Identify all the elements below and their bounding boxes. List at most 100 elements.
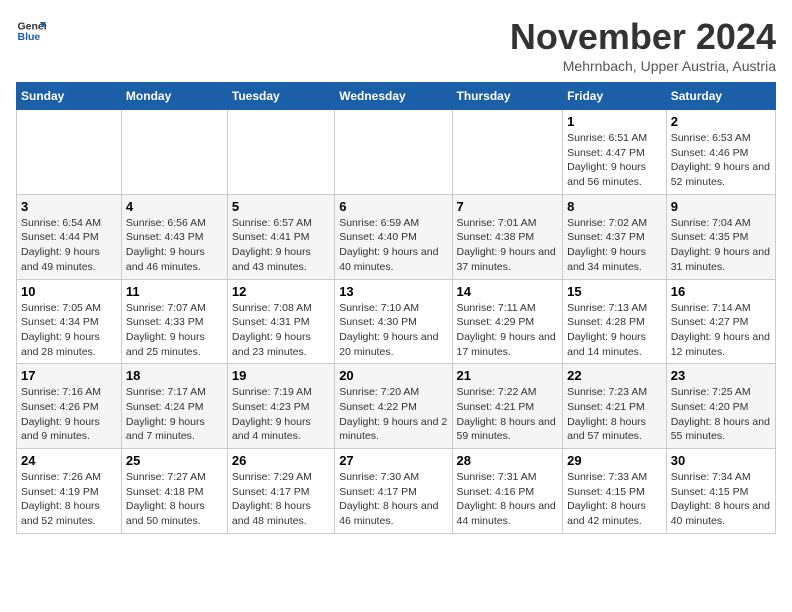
calendar-cell: 1 Sunrise: 6:51 AMSunset: 4:47 PMDaylight… (563, 110, 667, 195)
calendar-cell: 18 Sunrise: 7:17 AMSunset: 4:24 PMDayligh… (121, 364, 227, 449)
day-number: 22 (567, 368, 662, 383)
calendar-week-2: 3 Sunrise: 6:54 AMSunset: 4:44 PMDaylight… (17, 194, 776, 279)
calendar-cell (452, 110, 563, 195)
calendar-cell: 21Sunrise: 7:22 AMSunset: 4:21 PMDayligh… (452, 364, 563, 449)
day-info: Sunrise: 7:08 AMSunset: 4:31 PMDaylight:… (232, 301, 330, 360)
day-number: 27 (339, 453, 447, 468)
day-number: 6 (339, 199, 447, 214)
calendar-cell: 28Sunrise: 7:31 AMSunset: 4:16 PMDayligh… (452, 449, 563, 534)
calendar-cell: 8 Sunrise: 7:02 AMSunset: 4:37 PMDaylight… (563, 194, 667, 279)
day-info: Sunrise: 7:14 AMSunset: 4:27 PMDaylight:… (671, 301, 771, 360)
day-info: Sunrise: 7:34 AMSunset: 4:15 PMDaylight:… (671, 470, 771, 529)
day-number: 15 (567, 284, 662, 299)
calendar-cell: 3 Sunrise: 6:54 AMSunset: 4:44 PMDaylight… (17, 194, 122, 279)
calendar-cell: 19 Sunrise: 7:19 AMSunset: 4:23 PMDayligh… (227, 364, 334, 449)
day-info: Sunrise: 7:30 AMSunset: 4:17 PMDaylight:… (339, 470, 447, 529)
day-info: Sunrise: 7:05 AMSunset: 4:34 PMDaylight:… (21, 301, 117, 360)
day-info: Sunrise: 7:29 AMSunset: 4:17 PMDaylight:… (232, 470, 330, 529)
day-info: Sunrise: 6:59 AMSunset: 4:40 PMDaylight:… (339, 216, 447, 275)
weekday-sunday: Sunday (17, 83, 122, 110)
weekday-monday: Monday (121, 83, 227, 110)
calendar-week-4: 17 Sunrise: 7:16 AMSunset: 4:26 PMDayligh… (17, 364, 776, 449)
weekday-saturday: Saturday (666, 83, 775, 110)
day-info: Sunrise: 7:27 AMSunset: 4:18 PMDaylight:… (126, 470, 223, 529)
day-info: Sunrise: 7:02 AMSunset: 4:37 PMDaylight:… (567, 216, 662, 275)
day-number: 9 (671, 199, 771, 214)
day-number: 17 (21, 368, 117, 383)
day-info: Sunrise: 7:13 AMSunset: 4:28 PMDaylight:… (567, 301, 662, 360)
day-number: 14 (457, 284, 559, 299)
day-info: Sunrise: 7:26 AMSunset: 4:19 PMDaylight:… (21, 470, 117, 529)
calendar-cell: 16Sunrise: 7:14 AMSunset: 4:27 PMDayligh… (666, 279, 775, 364)
calendar-cell: 15 Sunrise: 7:13 AMSunset: 4:28 PMDayligh… (563, 279, 667, 364)
day-number: 23 (671, 368, 771, 383)
day-info: Sunrise: 6:54 AMSunset: 4:44 PMDaylight:… (21, 216, 117, 275)
day-number: 12 (232, 284, 330, 299)
day-info: Sunrise: 7:16 AMSunset: 4:26 PMDaylight:… (21, 385, 117, 444)
day-info: Sunrise: 7:20 AMSunset: 4:22 PMDaylight:… (339, 385, 447, 444)
day-number: 26 (232, 453, 330, 468)
day-number: 20 (339, 368, 447, 383)
calendar-body: 1 Sunrise: 6:51 AMSunset: 4:47 PMDaylight… (17, 110, 776, 534)
calendar-cell: 30 Sunrise: 7:34 AMSunset: 4:15 PMDayligh… (666, 449, 775, 534)
day-info: Sunrise: 6:57 AMSunset: 4:41 PMDaylight:… (232, 216, 330, 275)
day-number: 18 (126, 368, 223, 383)
day-info: Sunrise: 7:33 AMSunset: 4:15 PMDaylight:… (567, 470, 662, 529)
weekday-thursday: Thursday (452, 83, 563, 110)
day-info: Sunrise: 7:17 AMSunset: 4:24 PMDaylight:… (126, 385, 223, 444)
day-number: 11 (126, 284, 223, 299)
calendar-cell (121, 110, 227, 195)
day-number: 30 (671, 453, 771, 468)
calendar-cell: 9 Sunrise: 7:04 AMSunset: 4:35 PMDaylight… (666, 194, 775, 279)
page-header: General Blue November 2024 Mehrnbach, Up… (16, 16, 776, 74)
day-info: Sunrise: 7:22 AMSunset: 4:21 PMDaylight:… (457, 385, 559, 444)
calendar-cell: 26 Sunrise: 7:29 AMSunset: 4:17 PMDayligh… (227, 449, 334, 534)
calendar-week-1: 1 Sunrise: 6:51 AMSunset: 4:47 PMDaylight… (17, 110, 776, 195)
day-number: 10 (21, 284, 117, 299)
day-info: Sunrise: 7:11 AMSunset: 4:29 PMDaylight:… (457, 301, 559, 360)
calendar-week-5: 24 Sunrise: 7:26 AMSunset: 4:19 PMDayligh… (17, 449, 776, 534)
day-number: 8 (567, 199, 662, 214)
day-number: 7 (457, 199, 559, 214)
month-title: November 2024 (510, 16, 776, 58)
day-info: Sunrise: 7:10 AMSunset: 4:30 PMDaylight:… (339, 301, 447, 360)
calendar-cell: 6 Sunrise: 6:59 AMSunset: 4:40 PMDaylight… (335, 194, 452, 279)
calendar-cell (17, 110, 122, 195)
calendar-cell: 14 Sunrise: 7:11 AMSunset: 4:29 PMDayligh… (452, 279, 563, 364)
location-subtitle: Mehrnbach, Upper Austria, Austria (510, 58, 776, 74)
weekday-header-row: SundayMondayTuesdayWednesdayThursdayFrid… (17, 83, 776, 110)
day-number: 4 (126, 199, 223, 214)
day-info: Sunrise: 6:53 AMSunset: 4:46 PMDaylight:… (671, 131, 771, 190)
calendar-cell: 12 Sunrise: 7:08 AMSunset: 4:31 PMDayligh… (227, 279, 334, 364)
day-number: 24 (21, 453, 117, 468)
calendar-cell: 7 Sunrise: 7:01 AMSunset: 4:38 PMDaylight… (452, 194, 563, 279)
day-info: Sunrise: 6:51 AMSunset: 4:47 PMDaylight:… (567, 131, 662, 190)
calendar-cell: 20 Sunrise: 7:20 AMSunset: 4:22 PMDayligh… (335, 364, 452, 449)
day-info: Sunrise: 7:25 AMSunset: 4:20 PMDaylight:… (671, 385, 771, 444)
calendar-cell (335, 110, 452, 195)
calendar-cell: 5Sunrise: 6:57 AMSunset: 4:41 PMDaylight… (227, 194, 334, 279)
day-number: 28 (457, 453, 559, 468)
calendar-cell: 23 Sunrise: 7:25 AMSunset: 4:20 PMDayligh… (666, 364, 775, 449)
day-info: Sunrise: 7:19 AMSunset: 4:23 PMDaylight:… (232, 385, 330, 444)
weekday-friday: Friday (563, 83, 667, 110)
calendar-cell: 2 Sunrise: 6:53 AMSunset: 4:46 PMDaylight… (666, 110, 775, 195)
day-number: 1 (567, 114, 662, 129)
calendar-cell: 25Sunrise: 7:27 AMSunset: 4:18 PMDayligh… (121, 449, 227, 534)
day-number: 2 (671, 114, 771, 129)
day-info: Sunrise: 7:23 AMSunset: 4:21 PMDaylight:… (567, 385, 662, 444)
weekday-tuesday: Tuesday (227, 83, 334, 110)
day-info: Sunrise: 6:56 AMSunset: 4:43 PMDaylight:… (126, 216, 223, 275)
day-number: 19 (232, 368, 330, 383)
calendar-week-3: 10 Sunrise: 7:05 AMSunset: 4:34 PMDayligh… (17, 279, 776, 364)
title-area: November 2024 Mehrnbach, Upper Austria, … (510, 16, 776, 74)
calendar-cell: 10 Sunrise: 7:05 AMSunset: 4:34 PMDayligh… (17, 279, 122, 364)
calendar-cell: 29Sunrise: 7:33 AMSunset: 4:15 PMDayligh… (563, 449, 667, 534)
day-info: Sunrise: 7:04 AMSunset: 4:35 PMDaylight:… (671, 216, 771, 275)
day-info: Sunrise: 7:01 AMSunset: 4:38 PMDaylight:… (457, 216, 559, 275)
calendar-table: SundayMondayTuesdayWednesdayThursdayFrid… (16, 82, 776, 534)
day-number: 3 (21, 199, 117, 214)
calendar-cell: 4 Sunrise: 6:56 AMSunset: 4:43 PMDaylight… (121, 194, 227, 279)
calendar-cell: 22 Sunrise: 7:23 AMSunset: 4:21 PMDayligh… (563, 364, 667, 449)
calendar-cell: 24 Sunrise: 7:26 AMSunset: 4:19 PMDayligh… (17, 449, 122, 534)
